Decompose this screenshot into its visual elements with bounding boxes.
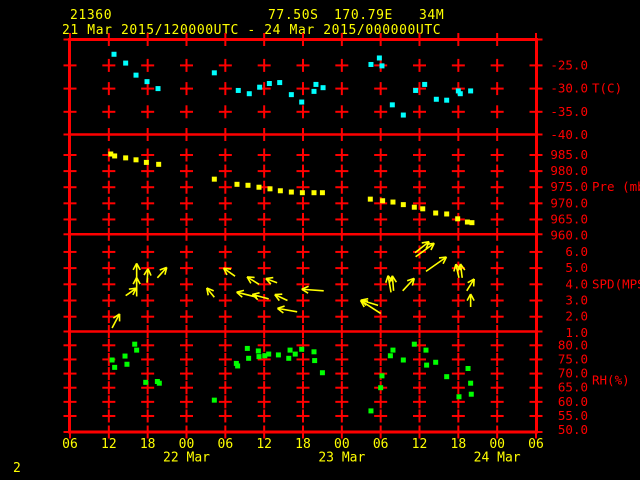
svg-text:18: 18: [295, 437, 311, 452]
svg-text:5.0: 5.0: [565, 260, 588, 275]
svg-text:960.0: 960.0: [550, 228, 588, 243]
svg-text:975.0: 975.0: [550, 179, 588, 194]
svg-text:06: 06: [373, 437, 389, 452]
svg-text:SPD(MPS): SPD(MPS): [592, 276, 640, 291]
svg-text:70.0: 70.0: [558, 366, 588, 381]
svg-text:980.0: 980.0: [550, 163, 588, 178]
page-number: 2: [13, 461, 22, 476]
svg-text:-40.0: -40.0: [550, 127, 588, 142]
svg-text:06: 06: [528, 437, 544, 452]
svg-text:12: 12: [101, 437, 117, 452]
svg-text:12: 12: [412, 437, 428, 452]
svg-text:-30.0: -30.0: [550, 81, 588, 96]
meteogram-chart: -25.0-30.0-35.0-40.0T(C)985.0980.0975.09…: [62, 33, 640, 466]
svg-text:T(C): T(C): [592, 81, 622, 96]
svg-text:24 Mar: 24 Mar: [474, 451, 521, 466]
svg-text:970.0: 970.0: [550, 195, 588, 210]
svg-text:2.0: 2.0: [565, 309, 588, 324]
svg-text:12: 12: [256, 437, 272, 452]
svg-text:23 Mar: 23 Mar: [318, 451, 365, 466]
svg-text:55.0: 55.0: [558, 408, 588, 423]
svg-text:65.0: 65.0: [558, 380, 588, 395]
svg-text:-35.0: -35.0: [550, 104, 588, 119]
svg-text:80.0: 80.0: [558, 337, 588, 352]
svg-text:Pre (mb): Pre (mb): [592, 179, 640, 194]
svg-text:RH(%): RH(%): [592, 373, 630, 388]
svg-text:06: 06: [62, 437, 78, 452]
svg-text:75.0: 75.0: [558, 351, 588, 366]
svg-text:18: 18: [451, 437, 467, 452]
svg-text:50.0: 50.0: [558, 422, 588, 437]
svg-text:3.0: 3.0: [565, 293, 588, 308]
svg-text:22 Mar: 22 Mar: [163, 451, 210, 466]
svg-text:06: 06: [218, 437, 234, 452]
svg-text:-25.0: -25.0: [550, 57, 588, 72]
svg-text:6.0: 6.0: [565, 244, 588, 259]
svg-text:985.0: 985.0: [550, 147, 588, 162]
svg-text:60.0: 60.0: [558, 394, 588, 409]
svg-text:18: 18: [140, 437, 156, 452]
svg-text:965.0: 965.0: [550, 211, 588, 226]
svg-text:4.0: 4.0: [565, 276, 588, 291]
